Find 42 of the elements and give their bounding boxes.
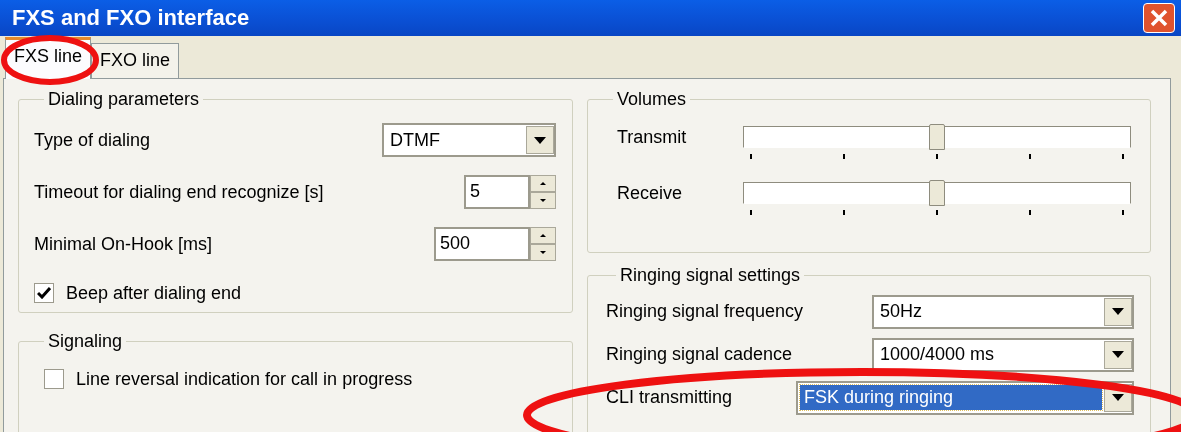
checkbox[interactable] — [44, 369, 64, 389]
dropdown-value: 1000/4000 ms — [879, 343, 996, 366]
slider-track[interactable] — [743, 182, 1131, 204]
group-title: Volumes — [616, 89, 688, 110]
dropdown[interactable]: 1000/4000 ms — [872, 337, 1134, 372]
dropdown[interactable]: DTMF — [382, 123, 556, 157]
spin-down-button[interactable] — [530, 244, 556, 261]
down-arrow-icon — [540, 251, 546, 254]
dropdown-value: DTMF — [389, 128, 441, 152]
close-button[interactable] — [1143, 3, 1175, 33]
dropdown[interactable]: 50Hz — [872, 294, 1134, 329]
field-label: Timeout for dialing end recognize [s] — [34, 181, 324, 203]
slider-label: Transmit — [616, 126, 688, 148]
spin-down-button[interactable] — [530, 192, 556, 209]
down-arrow-icon — [540, 199, 546, 202]
window-title: FXS and FXO interface — [12, 5, 250, 31]
checkbox[interactable] — [34, 283, 54, 303]
input-field[interactable]: 500 — [434, 227, 530, 261]
up-arrow-icon — [540, 234, 546, 237]
spin-up-button[interactable] — [530, 175, 556, 192]
dropdown[interactable]: FSK during ringing — [796, 380, 1134, 415]
field-label: Type of dialing — [34, 129, 151, 151]
checkbox-label: Beep after dialing end — [66, 282, 242, 304]
input-field[interactable]: 5 — [464, 175, 530, 209]
checkbox-label: Line reversal indication for call in progress — [76, 368, 413, 390]
slider-thumb[interactable] — [929, 124, 945, 150]
slider-label: Receive — [616, 182, 684, 204]
group-title: Ringing signal settings — [619, 265, 802, 286]
field-label: Ringing signal frequency — [606, 301, 804, 322]
slider-thumb[interactable] — [929, 180, 945, 206]
field-label: CLI transmitting — [606, 387, 733, 408]
group-title: Dialing parameters — [47, 89, 201, 110]
tab[interactable]: FXO line — [91, 43, 180, 78]
slider-track[interactable] — [743, 126, 1131, 148]
spin-up-button[interactable] — [530, 227, 556, 244]
dropdown-value: 50Hz — [879, 300, 924, 323]
close-icon — [1148, 7, 1170, 29]
field-label: Minimal On-Hook [ms] — [34, 233, 213, 255]
field-label: Ringing signal cadence — [606, 344, 793, 365]
up-arrow-icon — [540, 182, 546, 185]
group-title: Signaling — [47, 331, 124, 352]
dropdown-value: FSK during ringing — [800, 385, 1102, 410]
